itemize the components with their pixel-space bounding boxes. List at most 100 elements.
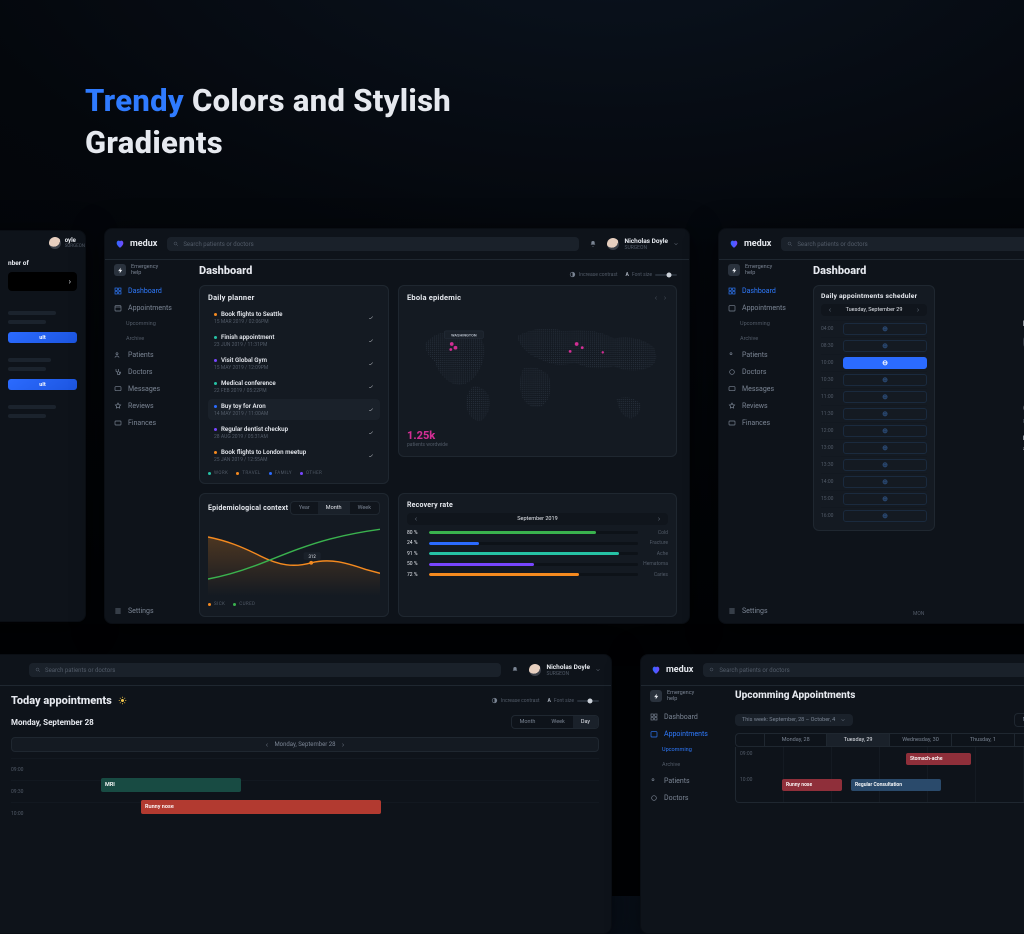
appt-block[interactable]: Stomach-ache: [906, 753, 971, 765]
scheduler-slot[interactable]: ⊖: [843, 357, 927, 369]
tab-month[interactable]: Month: [1015, 714, 1024, 726]
day-col[interactable]: Thusday, 1: [951, 734, 1013, 746]
font-size-control[interactable]: AFont size: [626, 272, 677, 278]
tab-month[interactable]: Month: [512, 716, 544, 728]
sidebar-item-messages[interactable]: Messages: [114, 380, 184, 397]
chevron-left-icon[interactable]: [653, 295, 659, 301]
month-picker[interactable]: September 2019: [407, 513, 668, 525]
sidebar-item-patients[interactable]: Patients: [114, 346, 184, 363]
appt-block[interactable]: Regular Consultation: [851, 779, 941, 791]
planner-item[interactable]: Book flights to Seattle15 MAR 2019 / 02:…: [208, 307, 380, 328]
date-picker[interactable]: Tuesday, September 29: [821, 304, 927, 316]
scheduler-slot[interactable]: ⊕: [843, 459, 927, 471]
day-col[interactable]: Wednesday, 30: [889, 734, 951, 746]
chevron-left-icon[interactable]: [413, 516, 419, 522]
tab-day[interactable]: Day: [573, 716, 598, 728]
bell-icon[interactable]: [511, 666, 519, 674]
screen-fragment-left: oyle SURGEON nber of › ult ult: [0, 230, 86, 622]
planner-item[interactable]: Regular dentist checkup28 AUG 2019 / 05:…: [208, 422, 380, 443]
world-map[interactable]: WASHINGTON: [407, 302, 668, 440]
chevron-right-icon[interactable]: [340, 742, 346, 748]
sidebar-item-doctors[interactable]: Doctors: [650, 789, 720, 806]
font-size-control[interactable]: AFont size: [548, 698, 599, 704]
brand[interactable]: medux: [651, 665, 693, 675]
scheduler-panel: Daily appointments scheduler Tuesday, Se…: [813, 285, 935, 531]
sidebar-item-messages[interactable]: Messages: [728, 380, 798, 397]
sidebar-item-appointments[interactable]: Appointments: [114, 299, 184, 316]
sidebar-item-upcoming[interactable]: Upcomming: [740, 316, 798, 331]
scheduler-slot[interactable]: ⊕: [843, 408, 927, 420]
emergency-button[interactable]: [114, 264, 126, 276]
sidebar-item-archive[interactable]: Archive: [126, 331, 184, 346]
search-input[interactable]: Search patients or doctors: [29, 663, 501, 677]
emergency-button[interactable]: [650, 690, 662, 702]
sidebar-item-archive[interactable]: Archive: [740, 331, 798, 346]
search-input[interactable]: Search patients or doctors: [703, 663, 1024, 677]
sidebar-item-doctors[interactable]: Doctors: [728, 363, 798, 380]
planner-item[interactable]: Buy toy for Aron14 MAY 2019 / 11:00AM: [208, 399, 380, 420]
sidebar-item-appointments[interactable]: Appointments: [650, 725, 720, 742]
emergency-button[interactable]: [728, 264, 740, 276]
timeline-block-mri[interactable]: MRI: [101, 778, 241, 792]
user-menu[interactable]: Nicholas DoyleSURGEON: [529, 663, 601, 677]
sidebar-item-settings[interactable]: Settings: [114, 607, 154, 615]
chevron-right-icon[interactable]: [662, 295, 668, 301]
bell-icon[interactable]: [589, 240, 597, 248]
sidebar-item-finances[interactable]: Finances: [728, 414, 798, 431]
planner-item[interactable]: Visit Global Gym15 MAY 2019 / 12:09PM: [208, 353, 380, 374]
chevron-right-icon[interactable]: [656, 516, 662, 522]
scheduler-slot[interactable]: ⊕: [843, 374, 927, 386]
contrast-toggle[interactable]: Increase contrast: [569, 271, 618, 278]
avatar[interactable]: [49, 237, 61, 249]
timeline-block-runnynose[interactable]: Runny nose: [141, 800, 381, 814]
sidebar-item-dashboard[interactable]: Dashboard: [114, 282, 184, 299]
scheduler-row: 11:00⊕: [821, 388, 927, 405]
sidebar-item-dashboard[interactable]: Dashboard: [650, 708, 720, 725]
brand[interactable]: medux: [115, 239, 157, 249]
sidebar-item-patients[interactable]: Patients: [728, 346, 798, 363]
scheduler-slot[interactable]: ⊕: [843, 510, 927, 522]
scheduler-slot[interactable]: ⊕: [843, 493, 927, 505]
font-slider[interactable]: [655, 272, 677, 278]
sidebar-item-appointments[interactable]: Appointments: [728, 299, 798, 316]
day-col[interactable]: Friday, 2: [1014, 734, 1024, 746]
week-range[interactable]: This week: September, 28 – October, 4: [735, 714, 853, 726]
tab-month[interactable]: Month: [318, 502, 350, 514]
brand[interactable]: medux: [729, 239, 771, 249]
chevron-left-icon[interactable]: [264, 742, 270, 748]
contrast-toggle[interactable]: Increase contrast: [491, 697, 540, 704]
planner-item[interactable]: Book flights to London meetup25 JAN 2019…: [208, 445, 380, 466]
sidebar-item-archive[interactable]: Archive: [662, 757, 720, 772]
sidebar-item-finances[interactable]: Finances: [114, 414, 184, 431]
chevron-right-icon[interactable]: [915, 307, 921, 313]
sidebar-item-upcoming[interactable]: Upcomming: [126, 316, 184, 331]
appt-block[interactable]: Runny nose: [782, 779, 842, 791]
search-input[interactable]: Search patients or doctors: [167, 237, 579, 251]
planner-item[interactable]: Finish appointment23 JUN 2019 / 11:31PM: [208, 330, 380, 351]
sidebar-item-settings[interactable]: Settings: [728, 607, 768, 615]
tab-week[interactable]: Week: [543, 716, 572, 728]
cta-button[interactable]: ult: [8, 332, 77, 343]
scheduler-slot[interactable]: ⊕: [843, 476, 927, 488]
sidebar-item-upcoming[interactable]: Upcomming: [662, 742, 720, 757]
dark-chevron-button[interactable]: ›: [8, 272, 77, 291]
sidebar-item-dashboard[interactable]: Dashboard: [728, 282, 798, 299]
planner-item[interactable]: Medical conference22 FEB 2019 / 05:22PM: [208, 376, 380, 397]
tab-week[interactable]: Week: [350, 502, 379, 514]
scheduler-slot[interactable]: ⊕: [843, 391, 927, 403]
user-menu[interactable]: Nicholas Doyle SURGEON: [607, 237, 679, 251]
sidebar-item-patients[interactable]: Patients: [650, 772, 720, 789]
scheduler-slot[interactable]: ⊕: [843, 442, 927, 454]
sidebar-item-reviews[interactable]: Reviews: [728, 397, 798, 414]
sidebar-item-doctors[interactable]: Doctors: [114, 363, 184, 380]
sidebar-item-reviews[interactable]: Reviews: [114, 397, 184, 414]
scheduler-slot[interactable]: ⊕: [843, 425, 927, 437]
day-col[interactable]: Tuesday, 29: [826, 734, 888, 746]
scheduler-slot[interactable]: ⊕: [843, 340, 927, 352]
scheduler-slot[interactable]: ⊕: [843, 323, 927, 335]
chevron-left-icon[interactable]: [827, 307, 833, 313]
search-input[interactable]: Search patients or doctors: [781, 237, 1024, 251]
cta-button[interactable]: ult: [8, 379, 77, 390]
day-col[interactable]: Monday, 28: [764, 734, 826, 746]
tab-year[interactable]: Year: [291, 502, 318, 514]
